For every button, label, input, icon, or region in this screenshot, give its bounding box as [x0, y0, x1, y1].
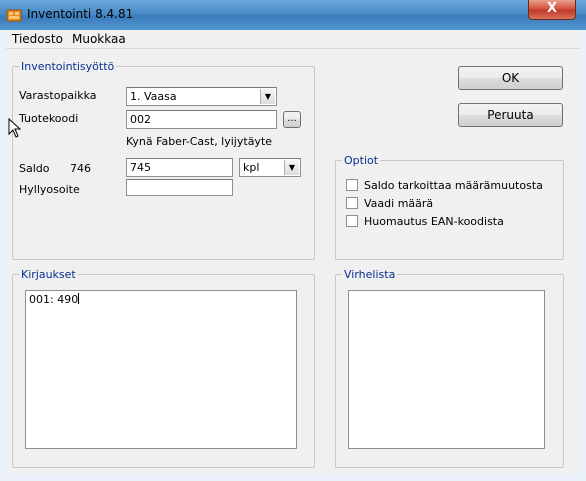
browse-button[interactable]: ... — [283, 111, 301, 128]
tuotekoodi-label: Tuotekoodi — [19, 112, 79, 125]
ok-button[interactable]: OK — [458, 66, 563, 90]
menu-tiedosto[interactable]: Tiedosto — [12, 32, 63, 46]
saldo-input[interactable]: 745 — [126, 158, 233, 177]
tuotekoodi-value: 002 — [130, 113, 151, 126]
cancel-button[interactable]: Peruuta — [458, 103, 563, 127]
options-group-legend: Optiot — [342, 154, 381, 167]
unit-select[interactable]: kpl ▼ — [239, 158, 301, 177]
window-title: Inventointi 8.4.81 — [27, 7, 134, 21]
varastopaikka-label: Varastopaikka — [19, 89, 97, 102]
vaadi-maara-label: Vaadi määrä — [364, 197, 434, 210]
ean-huomautus-checkbox[interactable] — [346, 215, 358, 227]
saldo-label: Saldo — [19, 162, 50, 175]
window-bottom-border — [0, 474, 586, 481]
errors-textarea[interactable] — [348, 290, 545, 449]
ean-huomautus-label: Huomautus EAN-koodista — [364, 215, 504, 228]
varastopaikka-select[interactable]: 1. Vaasa ▼ — [126, 87, 277, 106]
app-window: Inventointi 8.4.81 X Tiedosto Muokkaa In… — [0, 0, 586, 481]
entries-group-legend: Kirjaukset — [19, 268, 78, 281]
mouse-pointer-icon — [8, 118, 22, 138]
chevron-down-icon[interactable]: ▼ — [260, 89, 275, 104]
saldo-value: 745 — [130, 161, 151, 174]
client-area: Tiedosto Muokkaa Inventointisyöttö Varas… — [6, 30, 580, 474]
hyllyosoite-input[interactable] — [126, 179, 233, 196]
app-icon — [6, 9, 22, 22]
input-group: Inventointisyöttö Varastopaikka 1. Vaasa… — [12, 60, 315, 260]
entry-line: 001: 490 — [29, 293, 79, 306]
unit-value: kpl — [243, 161, 260, 174]
vaadi-maara-checkbox[interactable] — [346, 197, 358, 209]
saldo-muutos-label: Saldo tarkoittaa määrämuutosta — [364, 179, 543, 192]
hyllyosoite-label: Hyllyosoite — [19, 183, 80, 196]
chevron-down-icon[interactable]: ▼ — [284, 160, 299, 175]
saldo-muutos-checkbox[interactable] — [346, 179, 358, 191]
entries-group: Kirjaukset 001: 490 — [12, 268, 315, 468]
input-group-legend: Inventointisyöttö — [19, 60, 117, 73]
menu-muokkaa[interactable]: Muokkaa — [72, 32, 126, 46]
close-button[interactable]: X — [528, 0, 576, 20]
form-area: Inventointisyöttö Varastopaikka 1. Vaasa… — [6, 50, 580, 474]
product-name: Kynä Faber-Cast, lyijytäyte — [126, 135, 273, 148]
saldo-current: 746 — [70, 162, 91, 175]
errors-group-legend: Virhelista — [342, 268, 398, 281]
tuotekoodi-input[interactable]: 002 — [126, 110, 277, 129]
varastopaikka-value: 1. Vaasa — [130, 90, 177, 103]
errors-group: Virhelista — [335, 268, 564, 468]
options-group: Optiot Saldo tarkoittaa määrämuutosta Va… — [335, 154, 564, 260]
entries-textarea[interactable]: 001: 490 — [25, 290, 297, 449]
menu-bar: Tiedosto Muokkaa — [6, 30, 580, 49]
text-caret — [78, 293, 80, 304]
title-bar[interactable]: Inventointi 8.4.81 X — [0, 0, 586, 30]
